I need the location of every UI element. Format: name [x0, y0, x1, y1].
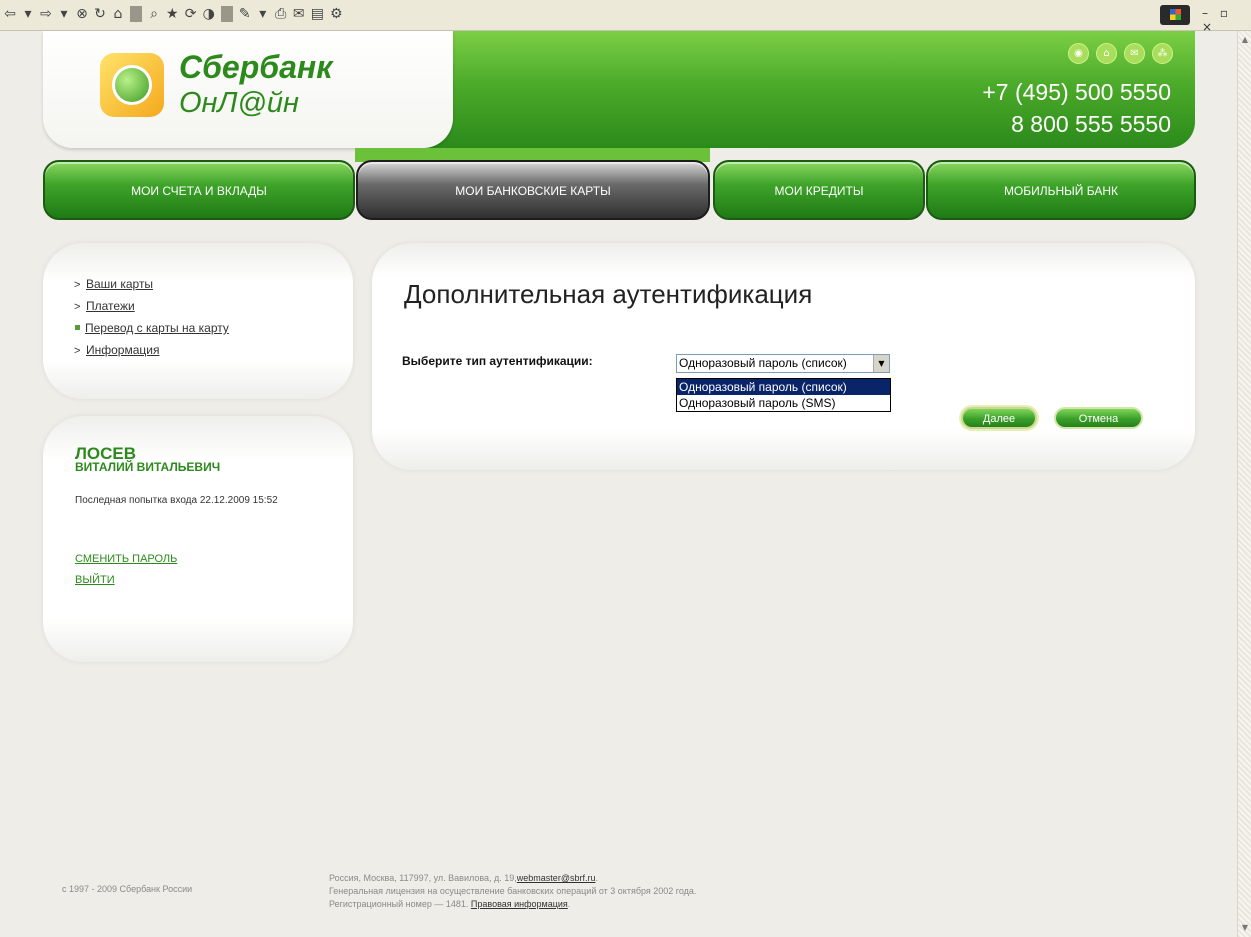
edit-icon[interactable]: ✎ — [239, 6, 251, 22]
phone-moscow: +7 (495) 500 5550 — [982, 79, 1171, 105]
phone-tollfree: 8 800 555 5550 — [1011, 111, 1171, 137]
window-controls[interactable]: – ▫ × — [1202, 6, 1251, 34]
back-icon[interactable]: ⇦ — [4, 6, 16, 22]
forward-icon[interactable]: ⇨ — [40, 6, 52, 22]
arrow-icon: > — [74, 345, 81, 357]
home-icon[interactable]: ⌂ — [112, 6, 124, 22]
browser-toolbar: ⇦ ▾ ⇨ ▾ ⊗ ↻ ⌂ ⌕ ★ ⟳ ◑ ✎ ▾ ⎙ ✉ ▤ ⚙ – ▫ × — [0, 0, 1251, 34]
auth-type-label: Выберите тип аутентификации: — [402, 354, 593, 368]
windows-logo-icon — [1160, 5, 1190, 25]
history-icon[interactable]: ◑ — [203, 6, 215, 22]
sidebar-item-label[interactable]: Информация — [86, 343, 159, 357]
change-password-link[interactable]: СМЕНИТЬ ПАРОЛЬ — [75, 553, 177, 565]
logo-title: Сбербанк — [179, 49, 333, 85]
auth-type-value: Одноразовый пароль (список) — [679, 356, 847, 370]
legal-info-link[interactable]: Правовая информация — [471, 899, 568, 909]
sidebar-item-label[interactable]: Ваши карты — [86, 277, 153, 291]
scroll-down-icon[interactable]: ▼ — [1238, 921, 1251, 935]
sitemap-icon[interactable]: ⁂ — [1152, 43, 1173, 64]
mail-icon[interactable]: ✉ — [1124, 43, 1145, 64]
footer-address-text: Россия, Москва, 117997, ул. Вавилова, д.… — [329, 873, 517, 883]
auth-option-list[interactable]: Одноразовый пароль (список) — [677, 379, 890, 395]
vertical-scrollbar[interactable]: ▲ ▼ — [1237, 31, 1251, 937]
auth-option-sms[interactable]: Одноразовый пароль (SMS) — [677, 395, 890, 411]
bullet-square-icon — [75, 325, 80, 331]
page-title: Дополнительная аутентификация — [404, 279, 813, 309]
header-icons: ◉ ⌂ ✉ ⁂ — [1068, 43, 1173, 64]
sberbank-logo-icon — [100, 53, 164, 117]
back-dropdown-icon[interactable]: ▾ — [22, 6, 34, 22]
main-panel: Дополнительная аутентификация Выберите т… — [372, 243, 1195, 470]
webmaster-email-link[interactable]: webmaster@sbrf.ru — [517, 873, 596, 883]
cancel-button[interactable]: Отмена — [1054, 407, 1143, 429]
logo-panel[interactable]: Сбербанк ОнЛ@йн — [43, 31, 453, 148]
refresh-icon[interactable]: ↻ — [94, 6, 106, 22]
auth-type-select[interactable]: Одноразовый пароль (список) ▼ — [676, 354, 890, 373]
tab-mobile-bank[interactable]: МОБИЛЬНЫЙ БАНК — [926, 160, 1196, 220]
page-icon[interactable]: ▤ — [311, 6, 324, 22]
footer-reg-number: Регистрационный номер — 1481. — [329, 899, 469, 909]
mail-icon[interactable]: ✉ — [293, 6, 305, 22]
auth-type-dropdown[interactable]: Одноразовый пароль (список) Одноразовый … — [676, 378, 891, 412]
footer-reg-line: Регистрационный номер — 1481. Правовая и… — [329, 899, 571, 909]
edit-dropdown-icon[interactable]: ▾ — [257, 6, 269, 22]
tab-credits[interactable]: МОИ КРЕДИТЫ — [713, 160, 925, 220]
header-banner: ◉ ⌂ ✉ ⁂ +7 (495) 500 5550 8 800 555 5550 — [355, 31, 1195, 148]
stop-icon[interactable]: ⊗ — [76, 6, 88, 22]
logo-subtitle: ОнЛ@йн — [179, 87, 299, 119]
footer-address: Россия, Москва, 117997, ул. Вавилова, д.… — [329, 872, 696, 911]
tab-bank-cards[interactable]: МОИ БАНКОВСКИЕ КАРТЫ — [356, 160, 710, 220]
search-icon[interactable]: ⌕ — [148, 6, 160, 22]
toolbar-separator — [130, 6, 142, 22]
next-button[interactable]: Далее — [961, 407, 1037, 429]
tools-icon[interactable]: ⚙ — [330, 6, 343, 22]
toolbar-separator — [220, 6, 233, 22]
media-icon[interactable]: ⟳ — [185, 6, 197, 22]
toolbar-buttons: ⇦ ▾ ⇨ ▾ ⊗ ↻ ⌂ ⌕ ★ ⟳ ◑ ✎ ▾ ⎙ ✉ ▤ ⚙ — [4, 6, 343, 22]
footer-copyright: с 1997 - 2009 Сбербанк России — [62, 884, 193, 894]
sidebar-item-information[interactable]: > Информация — [74, 343, 229, 365]
sidebar-menu: > Ваши карты > Платежи Перевод с карты на … — [43, 243, 353, 399]
user-panel: ЛОСЕВ ВИТАЛИЙ ВИТАЛЬЕВИЧ Последная попыт… — [43, 416, 353, 662]
sidebar-item-label[interactable]: Платежи — [86, 299, 135, 313]
bank-icon[interactable]: ◉ — [1068, 43, 1089, 64]
chevron-down-icon[interactable]: ▼ — [873, 355, 889, 372]
sidebar-item-label[interactable]: Перевод с карты на карту — [85, 321, 229, 335]
footer-address-line: Россия, Москва, 117997, ул. Вавилова, д.… — [329, 873, 598, 883]
print-icon[interactable]: ⎙ — [275, 6, 287, 22]
sidebar-item-payments[interactable]: > Платежи — [74, 299, 229, 321]
sidebar-item-cards[interactable]: > Ваши карты — [74, 277, 229, 299]
footer-license: Генеральная лицензия на осуществление ба… — [329, 886, 697, 896]
favorites-icon[interactable]: ★ — [166, 6, 179, 22]
tab-accounts[interactable]: МОИ СЧЕТА И ВКЛАДЫ — [43, 160, 355, 220]
arrow-icon: > — [74, 301, 81, 313]
user-first-name: ВИТАЛИЙ ВИТАЛЬЕВИЧ — [75, 460, 221, 474]
arrow-icon: > — [74, 279, 81, 291]
scroll-up-icon[interactable]: ▲ — [1238, 33, 1251, 47]
logout-link[interactable]: ВЫЙТИ — [75, 574, 115, 586]
home-icon[interactable]: ⌂ — [1096, 43, 1117, 64]
last-login-text: Последная попытка входа 22.12.2009 15:52 — [75, 495, 278, 506]
forward-dropdown-icon[interactable]: ▾ — [58, 6, 70, 22]
sidebar-item-transfer[interactable]: Перевод с карты на карту — [74, 321, 229, 343]
